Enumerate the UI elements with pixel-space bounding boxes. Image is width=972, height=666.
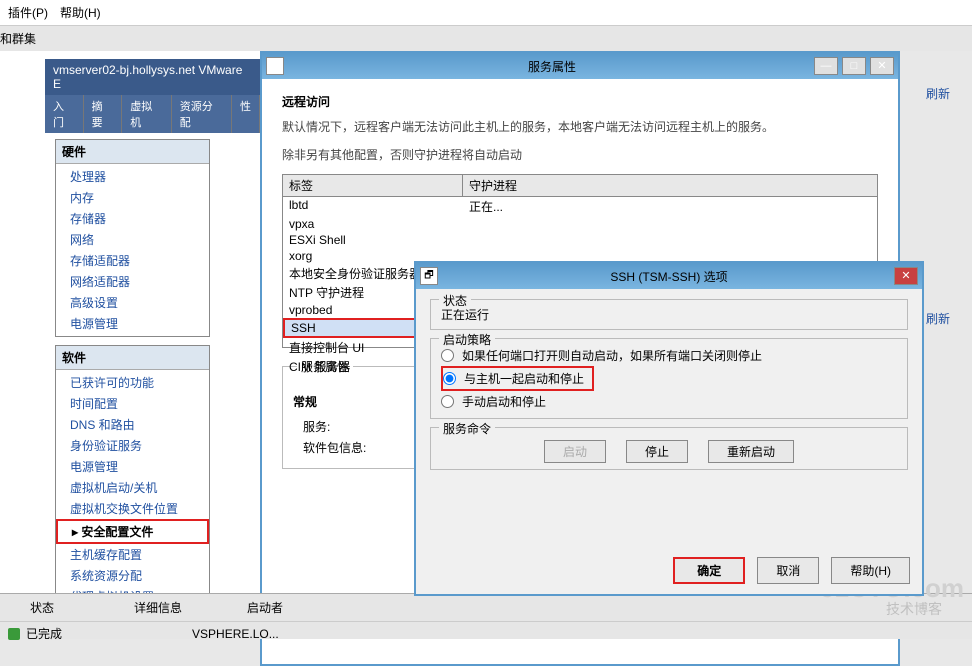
hw-storage[interactable]: 存储器 bbox=[56, 208, 209, 229]
svc-row-vpxa[interactable]: vpxa bbox=[283, 216, 877, 232]
sw-sys-resource[interactable]: 系统资源分配 bbox=[56, 565, 209, 586]
help-button[interactable]: 帮助(H) bbox=[831, 557, 910, 584]
hardware-panel: 硬件 处理器 内存 存储器 网络 存储适配器 网络适配器 高级设置 电源管理 bbox=[55, 139, 210, 337]
tab-start[interactable]: 入门 bbox=[45, 95, 84, 133]
policy-legend: 启动策略 bbox=[439, 331, 495, 348]
policy-opt1-label: 如果任何端口打开则自动启动，如果所有端口关闭则停止 bbox=[462, 347, 762, 364]
hw-network-adapter[interactable]: 网络适配器 bbox=[56, 271, 209, 292]
sw-security-profile[interactable]: 安全配置文件 bbox=[56, 519, 209, 544]
remote-access-text: 默认情况下，远程客户端无法访问此主机上的服务，本地客户端无法访问远程主机上的服务… bbox=[282, 118, 878, 136]
sw-auth[interactable]: 身份验证服务 bbox=[56, 435, 209, 456]
policy-opt3-label: 手动启动和停止 bbox=[462, 393, 546, 410]
ok-button[interactable]: 确定 bbox=[673, 557, 745, 584]
status-done-icon bbox=[8, 628, 20, 640]
status-sphere: VSPHERE.LO... bbox=[192, 627, 279, 641]
policy-opt2-label: 与主机一起启动和停止 bbox=[464, 370, 584, 387]
minimize-button[interactable]: — bbox=[814, 57, 838, 75]
services-table-head: 标签 守护进程 bbox=[283, 175, 877, 197]
tab-perf[interactable]: 性 bbox=[232, 95, 260, 133]
hw-storage-adapter[interactable]: 存储适配器 bbox=[56, 250, 209, 271]
right-sidebar: 刷新 刷新 bbox=[922, 81, 972, 331]
ssh-options-dialog: 🗗 SSH (TSM-SSH) 选项 ✕ 状态 正在运行 启动策略 如果任何端口… bbox=[414, 261, 924, 596]
stop-button[interactable]: 停止 bbox=[626, 440, 688, 463]
service-dialog-title: 服务属性 bbox=[290, 58, 814, 75]
policy-radio-1[interactable] bbox=[441, 349, 454, 362]
svc-row-esxi[interactable]: ESXi Shell bbox=[283, 232, 877, 248]
sw-vm-startup[interactable]: 虚拟机启动/关机 bbox=[56, 477, 209, 498]
status-done-text: 已完成 bbox=[26, 625, 62, 642]
policy-opt3-row[interactable]: 手动启动和停止 bbox=[441, 391, 897, 412]
details-header: 详细信息 bbox=[104, 597, 212, 618]
sw-power[interactable]: 电源管理 bbox=[56, 456, 209, 477]
status-header: 状态 bbox=[0, 597, 84, 618]
th-daemon[interactable]: 守护进程 bbox=[463, 175, 877, 196]
tab-summary[interactable]: 摘要 bbox=[84, 95, 123, 133]
dialog-icon: 🗗 bbox=[266, 57, 284, 75]
status-row[interactable]: 已完成 VSPHERE.LO... bbox=[0, 622, 972, 645]
maximize-button[interactable]: □ bbox=[842, 57, 866, 75]
commands-group: 服务命令 启动 停止 重新启动 bbox=[430, 427, 908, 470]
sw-time[interactable]: 时间配置 bbox=[56, 393, 209, 414]
subtitle-bar: 和群集 bbox=[0, 26, 972, 51]
cancel-button[interactable]: 取消 bbox=[757, 557, 819, 584]
refresh-link-2[interactable]: 刷新 bbox=[922, 306, 972, 331]
policy-radio-2[interactable] bbox=[443, 372, 456, 385]
hw-processors[interactable]: 处理器 bbox=[56, 166, 209, 187]
th-label[interactable]: 标签 bbox=[283, 175, 463, 196]
hw-power[interactable]: 电源管理 bbox=[56, 313, 209, 334]
initiator-header: 启动者 bbox=[217, 597, 313, 618]
remote-access-title: 远程访问 bbox=[282, 93, 878, 110]
software-header: 软件 bbox=[56, 346, 209, 370]
host-header: vmserver02-bj.hollysys.net VMware E bbox=[45, 59, 260, 95]
status-value: 正在运行 bbox=[441, 306, 897, 323]
top-menu: 插件(P) 帮助(H) bbox=[0, 0, 972, 26]
ssh-dialog-title: SSH (TSM-SSH) 选项 bbox=[444, 268, 894, 285]
software-panel: 软件 已获许可的功能 时间配置 DNS 和路由 身份验证服务 电源管理 虚拟机启… bbox=[55, 345, 210, 610]
policy-opt1-row[interactable]: 如果任何端口打开则自动启动，如果所有端口关闭则停止 bbox=[441, 345, 897, 366]
tab-resources[interactable]: 资源分配 bbox=[172, 95, 232, 133]
tab-vms[interactable]: 虚拟机 bbox=[122, 95, 171, 133]
service-props-legend: 服务属性 bbox=[297, 358, 353, 375]
policy-radio-3[interactable] bbox=[441, 395, 454, 408]
sw-host-cache[interactable]: 主机缓存配置 bbox=[56, 544, 209, 565]
commands-legend: 服务命令 bbox=[439, 420, 495, 437]
service-label: 服务: bbox=[303, 418, 403, 435]
status-legend: 状态 bbox=[439, 292, 471, 309]
status-group: 状态 正在运行 bbox=[430, 299, 908, 330]
policy-opt2-row[interactable]: 与主机一起启动和停止 bbox=[441, 366, 594, 391]
policy-group: 启动策略 如果任何端口打开则自动启动，如果所有端口关闭则停止 与主机一起启动和停… bbox=[430, 338, 908, 419]
refresh-link-1[interactable]: 刷新 bbox=[922, 81, 972, 106]
svc-row-lbtd[interactable]: lbtd正在... bbox=[283, 197, 877, 216]
restart-button[interactable]: 重新启动 bbox=[708, 440, 794, 463]
menu-plugins[interactable]: 插件(P) bbox=[8, 4, 48, 21]
sw-dns[interactable]: DNS 和路由 bbox=[56, 414, 209, 435]
ssh-close-button[interactable]: ✕ bbox=[894, 267, 918, 285]
left-panel: vmserver02-bj.hollysys.net VMware E 入门 摘… bbox=[0, 51, 260, 638]
hw-memory[interactable]: 内存 bbox=[56, 187, 209, 208]
hw-network[interactable]: 网络 bbox=[56, 229, 209, 250]
hardware-header: 硬件 bbox=[56, 140, 209, 164]
menu-help[interactable]: 帮助(H) bbox=[60, 4, 101, 21]
remote-access-text2: 除非另有其他配置，否则守护进程将自动启动 bbox=[282, 146, 878, 164]
tab-bar: 入门 摘要 虚拟机 资源分配 性 bbox=[45, 95, 260, 133]
start-button: 启动 bbox=[544, 440, 606, 463]
watermark-sub: 技术博客 bbox=[886, 599, 942, 619]
ssh-dialog-titlebar[interactable]: 🗗 SSH (TSM-SSH) 选项 ✕ bbox=[416, 263, 922, 289]
ssh-dialog-icon: 🗗 bbox=[420, 267, 438, 285]
hw-advanced[interactable]: 高级设置 bbox=[56, 292, 209, 313]
package-label: 软件包信息: bbox=[303, 439, 403, 456]
service-dialog-titlebar[interactable]: 🗗 服务属性 — □ ✕ bbox=[262, 53, 898, 79]
close-button[interactable]: ✕ bbox=[870, 57, 894, 75]
sw-license[interactable]: 已获许可的功能 bbox=[56, 372, 209, 393]
sw-vm-swap[interactable]: 虚拟机交换文件位置 bbox=[56, 498, 209, 519]
